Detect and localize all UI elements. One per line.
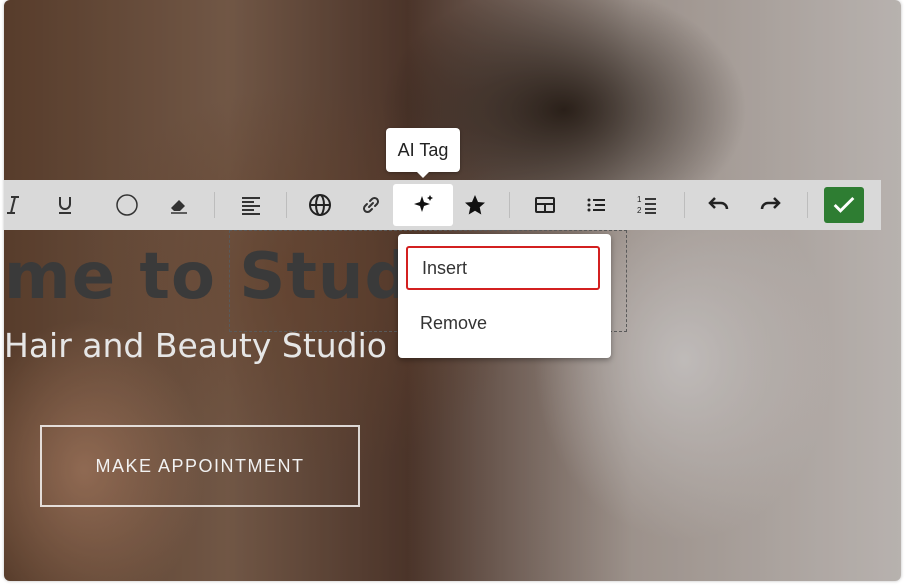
toolbar-separator: [807, 192, 808, 218]
svg-text:1: 1: [637, 195, 642, 204]
globe-icon: [309, 194, 331, 216]
italic-icon: [7, 196, 19, 214]
bullet-list-button[interactable]: [575, 184, 617, 226]
star-icon: [465, 195, 485, 215]
toolbar-separator: [214, 192, 215, 218]
ai-tag-dropdown: Insert Remove: [398, 234, 611, 358]
redo-icon: [760, 197, 781, 210]
circle-icon: [116, 194, 138, 216]
clear-format-button[interactable]: [158, 184, 200, 226]
confirm-button[interactable]: [824, 187, 864, 223]
ai-tag-tooltip: AI Tag: [386, 128, 460, 178]
bullet-list-icon: [587, 198, 605, 212]
tooltip-text: AI Tag: [397, 139, 449, 160]
undo-icon: [708, 197, 729, 210]
numbered-list-icon: 12: [637, 195, 656, 215]
check-icon: [833, 196, 855, 213]
table-icon: [535, 197, 555, 213]
italic-button[interactable]: [0, 184, 34, 226]
underline-button[interactable]: [44, 184, 86, 226]
make-appointment-button[interactable]: MAKE APPOINTMENT: [40, 425, 360, 507]
insert-menu-item[interactable]: Insert: [406, 246, 600, 290]
favorite-button[interactable]: [454, 184, 496, 226]
shape-button[interactable]: [106, 184, 148, 226]
numbered-list-button[interactable]: 12: [626, 184, 668, 226]
remove-menu-item[interactable]: Remove: [406, 301, 600, 345]
redo-button[interactable]: [749, 184, 791, 226]
toolbar-separator: [286, 192, 287, 218]
underline-icon: [59, 197, 71, 214]
table-button[interactable]: [524, 184, 566, 226]
editor-toolbar: 12: [4, 180, 881, 230]
link-icon: [362, 196, 380, 214]
align-left-icon: [242, 197, 260, 215]
ai-tag-button[interactable]: [393, 184, 453, 226]
toolbar-separator: [509, 192, 510, 218]
language-button[interactable]: [299, 184, 341, 226]
eraser-icon: [171, 200, 187, 214]
svg-text:2: 2: [637, 206, 642, 215]
undo-button[interactable]: [698, 184, 740, 226]
link-button[interactable]: [350, 184, 392, 226]
ai-sparkle-icon: [414, 195, 433, 212]
align-button[interactable]: [230, 184, 272, 226]
hero-subtitle[interactable]: Hair and Beauty Studio: [4, 326, 387, 365]
toolbar-separator: [684, 192, 685, 218]
